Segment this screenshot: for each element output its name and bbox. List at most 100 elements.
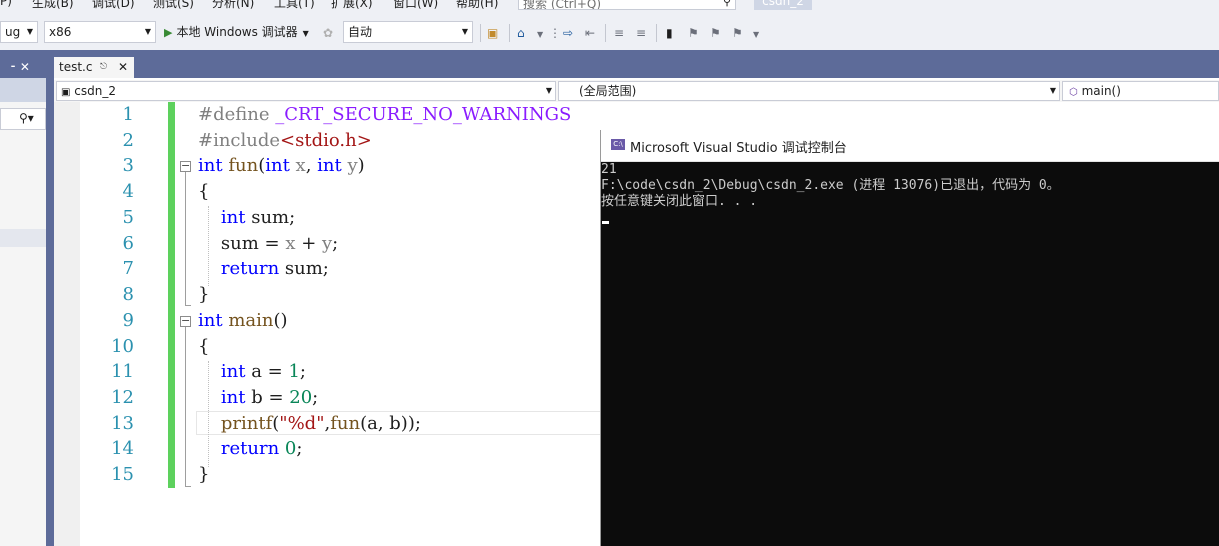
chevron-down-icon: ▼	[545, 86, 552, 95]
chevron-down-icon[interactable]: ▼	[303, 29, 309, 38]
console-output-line: F:\code\csdn_2\Debug\csdn_2.exe (进程 1307…	[601, 178, 1060, 193]
indicator-margin[interactable]	[54, 102, 80, 546]
menu-item-window[interactable]: 窗口(W)	[393, 0, 438, 11]
line-number: 5	[122, 207, 134, 228]
menu-item-debug[interactable]: 调试(D)	[92, 0, 135, 11]
code-line-4[interactable]: {	[198, 181, 209, 202]
console-output-line: 21	[601, 162, 617, 177]
selected-tree-item[interactable]	[0, 229, 46, 247]
change-tracking-bar	[168, 102, 175, 488]
platform-value: x86	[49, 25, 72, 39]
search-icon: ⚲	[722, 0, 731, 8]
menu-item-tools[interactable]: 工具(T)	[274, 0, 315, 11]
scope-dropdown[interactable]: (全局范围) ▼	[558, 81, 1060, 101]
code-line-8[interactable]: }	[198, 284, 209, 305]
code-line-6[interactable]: sum = x + y;	[198, 233, 338, 254]
flame-icon[interactable]: ✿	[323, 26, 333, 40]
code-line-11[interactable]: int a = 1;	[198, 361, 306, 382]
outline-line	[185, 172, 186, 306]
code-line-15[interactable]: }	[198, 464, 209, 485]
bookmark-icon[interactable]: ▮	[666, 26, 673, 40]
project-dropdown[interactable]: ▣ csdn_2 ▼	[56, 81, 556, 101]
line-number: 13	[111, 413, 134, 434]
step-icon[interactable]: ⇨	[563, 26, 573, 40]
project-value: csdn_2	[74, 84, 116, 98]
grip-icon: ⋮	[549, 26, 561, 40]
code-line-13[interactable]: printf("%d",fun(a, b));	[198, 413, 421, 434]
comment-icon[interactable]: ≡	[614, 26, 624, 40]
pin-icon[interactable]: ⎋	[100, 62, 107, 72]
collapse-toggle[interactable]: −	[180, 315, 191, 327]
outline-line	[185, 486, 191, 487]
play-icon: ▶	[164, 26, 173, 39]
toolbar-separator	[509, 24, 510, 42]
menu-item-project[interactable]: P)	[0, 0, 12, 8]
line-number: 4	[122, 181, 134, 202]
pin-icon[interactable]: ⁃	[10, 60, 16, 74]
menu-item-build[interactable]: 生成(B)	[32, 0, 74, 11]
close-icon[interactable]: ✕	[20, 60, 30, 74]
start-debugger-button[interactable]: ▶ 本地 Windows 调试器 ▼	[164, 21, 309, 43]
line-number: 15	[111, 464, 134, 485]
search-icon: ⚲▾	[19, 111, 34, 125]
scope-value: (全局范围)	[579, 84, 637, 98]
project-icon: ▣	[61, 87, 71, 98]
tab-test-c[interactable]: test.c ⎋ ✕	[54, 57, 134, 78]
line-number: 11	[111, 361, 134, 382]
collapse-toggle[interactable]: −	[180, 160, 191, 172]
line-number: 14	[111, 438, 134, 459]
menu-item-help[interactable]: 帮助(H)	[456, 0, 498, 11]
code-line-7[interactable]: return sum;	[198, 258, 329, 279]
navigation-bar: ▣ csdn_2 ▼ (全局范围) ▼ ⬡ main()	[54, 80, 1219, 103]
outdent-icon[interactable]: ⇤	[585, 26, 595, 40]
panel-search-input[interactable]: ⚲▾	[0, 108, 46, 130]
close-icon[interactable]: ✕	[118, 60, 128, 74]
line-number: 2	[122, 130, 134, 151]
line-number: 6	[122, 233, 134, 254]
auto-value: 自动	[348, 25, 373, 39]
chevron-down-icon: ▼	[461, 27, 468, 36]
code-line-3[interactable]: int fun(int x, int y)	[198, 155, 365, 176]
clear-bookmarks-icon[interactable]: ⚑	[732, 26, 743, 40]
code-line-14[interactable]: return 0;	[198, 438, 303, 459]
line-number: 9	[122, 310, 134, 331]
panel-pin-close[interactable]: ⁃ ✕	[10, 60, 30, 74]
chevron-down-icon[interactable]: ▼	[753, 30, 759, 39]
line-number: 3	[122, 155, 134, 176]
line-number: 12	[111, 387, 134, 408]
outline-line	[185, 327, 186, 487]
outline-line	[185, 305, 191, 306]
menu-item-test[interactable]: 测试(S)	[153, 0, 194, 11]
run-label: 本地 Windows 调试器	[176, 25, 298, 39]
panel-splitter[interactable]	[46, 78, 54, 546]
next-bookmark-icon[interactable]: ⚑	[710, 26, 721, 40]
code-line-5[interactable]: int sum;	[198, 207, 295, 228]
auto-dropdown[interactable]: 自动 ▼	[343, 21, 473, 43]
search-placeholder: 搜索 (Ctrl+Q)	[523, 0, 602, 10]
prev-bookmark-icon[interactable]: ⚑	[688, 26, 699, 40]
code-line-9[interactable]: int main()	[198, 310, 288, 331]
menu-item-extensions[interactable]: 扩展(X)	[331, 0, 373, 11]
search-box[interactable]: 搜索 (Ctrl+Q) ⚲	[518, 0, 736, 10]
code-line-1[interactable]: #define _CRT_SECURE_NO_WARNINGS	[198, 104, 571, 125]
panel-toolbar	[0, 78, 46, 102]
code-line-12[interactable]: int b = 20;	[198, 387, 318, 408]
member-dropdown[interactable]: ⬡ main()	[1062, 81, 1219, 101]
home-icon[interactable]: ⌂	[517, 26, 525, 40]
chevron-down-icon[interactable]: ▼	[537, 30, 543, 39]
uncomment-icon[interactable]: ≡	[636, 26, 646, 40]
code-line-10[interactable]: {	[198, 336, 209, 357]
platform-dropdown[interactable]: x86 ▼	[44, 21, 156, 43]
toolbar-separator	[605, 24, 606, 42]
chevron-down-icon: ▼	[144, 27, 151, 36]
console-title-bar[interactable]: C:\ Microsoft Visual Studio 调试控制台	[601, 130, 1219, 162]
menu-item-analyze[interactable]: 分析(N)	[212, 0, 254, 11]
chevron-down-icon: ▼	[26, 27, 33, 36]
console-title: Microsoft Visual Studio 调试控制台	[630, 141, 847, 156]
document-tab-strip	[0, 50, 1219, 78]
console-cursor	[602, 221, 609, 224]
folder-icon[interactable]: ▣	[487, 26, 498, 40]
config-dropdown[interactable]: ug ▼	[0, 21, 38, 43]
line-number: 10	[111, 336, 134, 357]
code-line-2[interactable]: #include<stdio.h>	[198, 130, 372, 151]
